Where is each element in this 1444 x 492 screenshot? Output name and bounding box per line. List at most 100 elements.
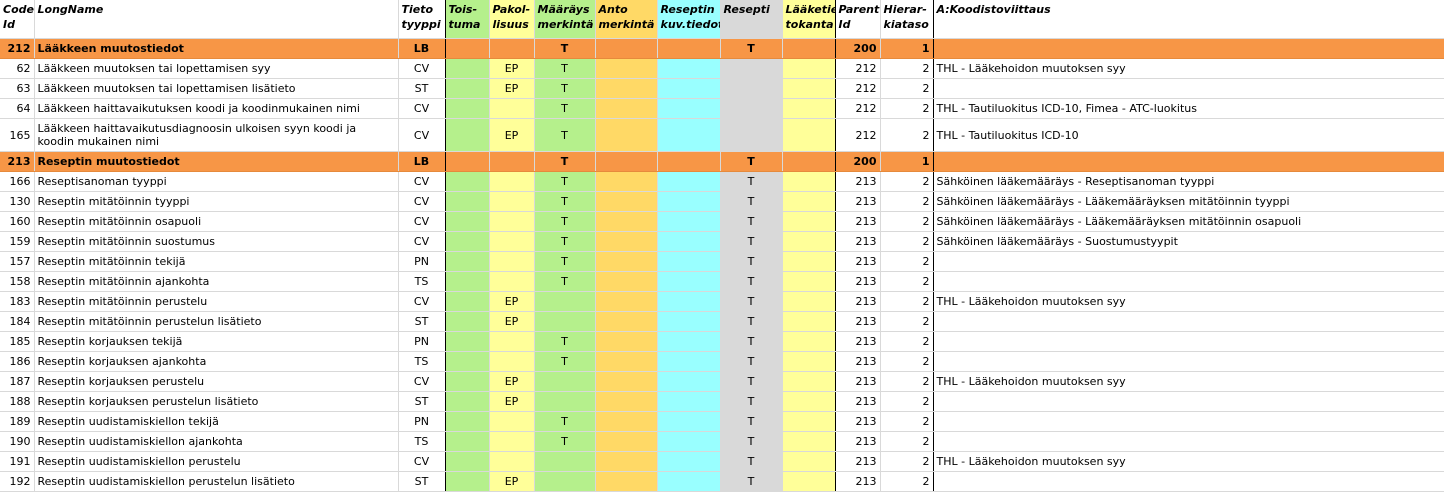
cell-tietotyyppi[interactable]: LB [397,151,446,172]
cell-code-id[interactable]: 63 [0,78,35,99]
cell-resepti[interactable]: T [720,411,783,432]
cell-laaketietokanta[interactable] [782,331,836,352]
cell-toistuma[interactable] [445,451,490,472]
cell-hierarkiataso[interactable]: 2 [880,211,934,232]
cell-maarays[interactable]: T [533,271,596,292]
cell-code-id[interactable]: 183 [0,291,35,312]
cell-parent-id[interactable]: 212 [835,118,881,152]
cell-toistuma[interactable] [445,78,490,99]
cell-code-id[interactable]: 157 [0,251,35,272]
cell-tietotyyppi[interactable]: TS [397,431,446,452]
cell-resepti[interactable]: T [720,151,783,172]
cell-parent-id[interactable]: 213 [835,271,881,292]
cell-laaketietokanta[interactable] [782,451,836,472]
cell-longname[interactable]: Reseptin muutostiedot [34,151,399,172]
cell-maarays[interactable] [533,471,596,492]
cell-toistuma[interactable] [445,231,490,252]
cell-hierarkiataso[interactable]: 2 [880,118,934,152]
cell-anto[interactable] [595,471,658,492]
cell-parent-id[interactable]: 200 [835,38,881,59]
cell-pakollisuus[interactable] [489,211,535,232]
cell-toistuma[interactable] [445,471,490,492]
cell-longname[interactable]: Reseptin mitätöinnin suostumus [34,231,399,252]
cell-resepti[interactable]: T [720,231,783,252]
cell-tietotyyppi[interactable]: ST [397,391,446,412]
cell-tietotyyppi[interactable]: CV [397,371,446,392]
cell-reseptin-kuv[interactable] [657,391,721,412]
cell-anto[interactable] [595,451,658,472]
cell-pakollisuus[interactable]: EP [489,118,535,152]
cell-anto[interactable] [595,291,658,312]
cell-toistuma[interactable] [445,371,490,392]
cell-code-id[interactable]: 62 [0,58,35,79]
cell-hierarkiataso[interactable]: 2 [880,331,934,352]
header-anto[interactable]: Anto merkintä [595,0,658,39]
cell-koodistoviittaus[interactable] [933,78,1444,99]
cell-longname[interactable]: Lääkkeen muutoksen tai lopettamisen syy [34,58,399,79]
cell-koodistoviittaus[interactable]: THL - Lääkehoidon muutoksen syy [933,58,1444,79]
cell-code-id[interactable]: 212 [0,38,35,59]
cell-reseptin-kuv[interactable] [657,351,721,372]
cell-parent-id[interactable]: 213 [835,211,881,232]
header-parent-id[interactable]: Parent Id [835,0,881,39]
cell-pakollisuus[interactable] [489,411,535,432]
header-koodistoviittaus[interactable]: A:Koodistoviittaus [933,0,1444,39]
cell-maarays[interactable]: T [533,431,596,452]
cell-code-id[interactable]: 160 [0,211,35,232]
cell-koodistoviittaus[interactable]: THL - Tautiluokitus ICD-10 [933,118,1444,152]
cell-tietotyyppi[interactable]: LB [397,38,446,59]
cell-resepti[interactable]: T [720,391,783,412]
cell-parent-id[interactable]: 213 [835,351,881,372]
cell-hierarkiataso[interactable]: 2 [880,98,934,119]
cell-hierarkiataso[interactable]: 2 [880,191,934,212]
cell-toistuma[interactable] [445,191,490,212]
cell-reseptin-kuv[interactable] [657,271,721,292]
cell-tietotyyppi[interactable]: CV [397,191,446,212]
cell-hierarkiataso[interactable]: 2 [880,451,934,472]
cell-hierarkiataso[interactable]: 1 [880,38,934,59]
cell-resepti[interactable]: T [720,271,783,292]
cell-pakollisuus[interactable]: EP [489,58,535,79]
cell-parent-id[interactable]: 213 [835,291,881,312]
cell-longname[interactable]: Reseptin korjauksen ajankohta [34,351,399,372]
cell-maarays[interactable]: T [533,411,596,432]
cell-reseptin-kuv[interactable] [657,38,721,59]
cell-code-id[interactable]: 191 [0,451,35,472]
cell-anto[interactable] [595,191,658,212]
cell-toistuma[interactable] [445,291,490,312]
cell-koodistoviittaus[interactable] [933,411,1444,432]
cell-reseptin-kuv[interactable] [657,58,721,79]
cell-code-id[interactable]: 158 [0,271,35,292]
cell-hierarkiataso[interactable]: 2 [880,171,934,192]
cell-longname[interactable]: Reseptin mitätöinnin perustelu [34,291,399,312]
cell-parent-id[interactable]: 213 [835,311,881,332]
cell-laaketietokanta[interactable] [782,171,836,192]
cell-pakollisuus[interactable] [489,231,535,252]
cell-laaketietokanta[interactable] [782,291,836,312]
cell-code-id[interactable]: 192 [0,471,35,492]
header-reseptin-kuv[interactable]: Reseptin kuv.tiedot [657,0,721,39]
cell-reseptin-kuv[interactable] [657,451,721,472]
cell-reseptin-kuv[interactable] [657,78,721,99]
cell-reseptin-kuv[interactable] [657,98,721,119]
cell-resepti[interactable]: T [720,38,783,59]
cell-parent-id[interactable]: 213 [835,191,881,212]
cell-laaketietokanta[interactable] [782,211,836,232]
cell-reseptin-kuv[interactable] [657,211,721,232]
header-longname[interactable]: LongName [34,0,399,39]
cell-parent-id[interactable]: 213 [835,451,881,472]
cell-hierarkiataso[interactable]: 2 [880,371,934,392]
header-laaketietokanta[interactable]: Lääketie tokanta [782,0,836,39]
cell-longname[interactable]: Reseptin mitätöinnin perustelun lisätiet… [34,311,399,332]
cell-reseptin-kuv[interactable] [657,251,721,272]
cell-longname[interactable]: Reseptin korjauksen perustelun lisätieto [34,391,399,412]
cell-tietotyyppi[interactable]: CV [397,98,446,119]
cell-pakollisuus[interactable] [489,191,535,212]
cell-parent-id[interactable]: 200 [835,151,881,172]
cell-reseptin-kuv[interactable] [657,171,721,192]
cell-parent-id[interactable]: 212 [835,58,881,79]
cell-hierarkiataso[interactable]: 2 [880,411,934,432]
cell-anto[interactable] [595,58,658,79]
cell-toistuma[interactable] [445,118,490,152]
cell-reseptin-kuv[interactable] [657,151,721,172]
